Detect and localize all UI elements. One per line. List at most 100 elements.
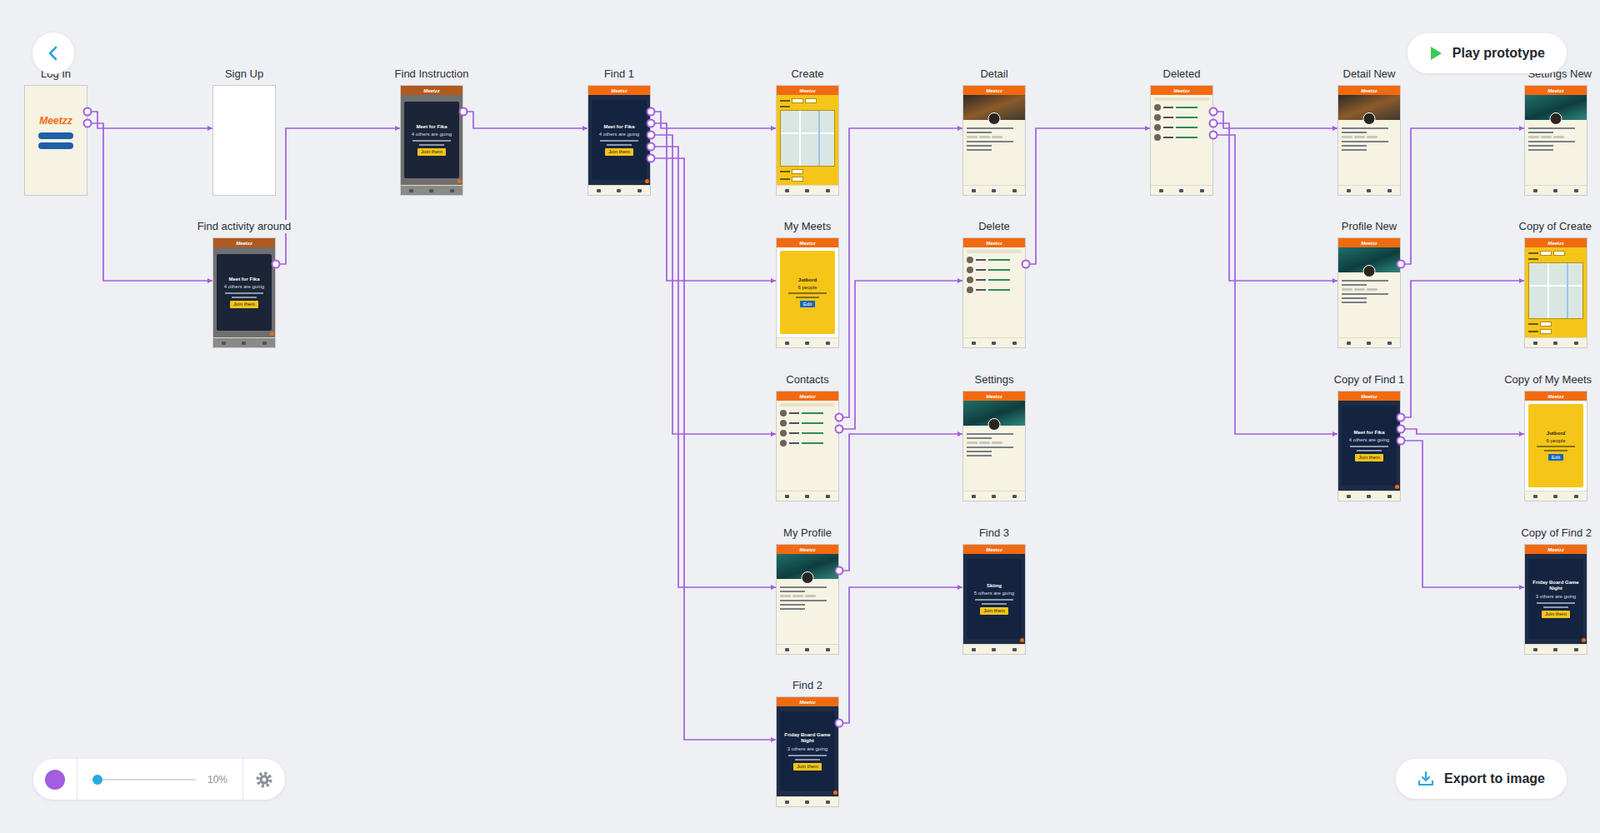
screen-thumbnail[interactable]: MeetzzMeet for Fika4 others are goingJoi… <box>400 85 464 196</box>
tab-icon[interactable] <box>1533 341 1538 345</box>
tab-icon[interactable] <box>221 341 226 345</box>
screen-thumbnail[interactable]: MeetzzJutbord6 peopleEdit <box>1524 390 1588 502</box>
screen-node[interactable]: Log InMeetzz <box>24 85 88 196</box>
screen-node[interactable]: SettingsMeetzz <box>962 390 1026 502</box>
hotspot-icon[interactable] <box>1210 120 1218 128</box>
screen-label[interactable]: Copy of Find 1 <box>1331 373 1408 387</box>
hotspot-icon[interactable] <box>647 131 655 140</box>
contact-row[interactable] <box>1154 134 1210 141</box>
tab-icon[interactable] <box>971 648 976 652</box>
play-prototype-button[interactable]: Play prototype <box>1407 33 1567 74</box>
contact-row[interactable] <box>966 266 1022 274</box>
tab-icon[interactable] <box>1574 648 1579 652</box>
tab-icon[interactable] <box>429 189 434 193</box>
screen-node[interactable]: Detail NewMeetzz <box>1337 85 1401 196</box>
next-dot-icon[interactable] <box>1581 638 1586 643</box>
gear-icon[interactable] <box>255 770 274 790</box>
screen-node[interactable]: Copy of CreateMeetzz <box>1524 237 1588 349</box>
contact-row[interactable] <box>1154 114 1210 121</box>
tab-icon[interactable] <box>1200 189 1205 193</box>
link-line[interactable] <box>1213 135 1338 435</box>
screen-thumbnail[interactable]: MeetzzFriday Board Game Night3 others ar… <box>1524 544 1588 655</box>
screen-label[interactable]: Find 3 <box>976 526 1012 540</box>
link-line[interactable] <box>1213 123 1338 281</box>
screen-node[interactable]: Settings NewMeetzz <box>1524 85 1588 196</box>
link-line[interactable] <box>1025 128 1150 265</box>
zoom-slider[interactable] <box>92 779 196 781</box>
back-button[interactable] <box>32 32 75 75</box>
link-line[interactable] <box>839 280 963 430</box>
signup-button[interactable] <box>38 142 74 150</box>
prototype-canvas[interactable]: Log InMeetzzSign UpFind activity aroundM… <box>0 0 1600 833</box>
contact-row[interactable] <box>1154 124 1210 131</box>
tab-icon[interactable] <box>409 189 414 193</box>
screen-node[interactable]: Find 2MeetzzFriday Board Game Night3 oth… <box>775 696 840 808</box>
tab-icon[interactable] <box>1012 648 1017 652</box>
edit-button[interactable]: Edit <box>1548 454 1564 461</box>
tab-icon[interactable] <box>637 189 642 193</box>
tab-icon[interactable] <box>805 648 810 652</box>
screen-node[interactable]: Copy of Find 2MeetzzFriday Board Game Ni… <box>1524 544 1588 655</box>
screen-label[interactable]: Detail <box>977 67 1010 81</box>
screen-thumbnail[interactable]: Meetzz <box>1524 85 1588 196</box>
tab-icon[interactable] <box>1012 189 1017 193</box>
contact-row[interactable] <box>1154 104 1210 111</box>
screen-thumbnail[interactable]: MeetzzMeet for Fika4 others are goingJoi… <box>1337 390 1401 502</box>
tab-icon[interactable] <box>785 189 790 193</box>
screen-label[interactable]: Find 1 <box>601 67 637 81</box>
screen-thumbnail[interactable]: Meetzz <box>24 85 88 196</box>
hotspot-icon[interactable] <box>1397 414 1405 422</box>
screen-thumbnail[interactable]: MeetzzSkiing5 others are goingJoin them <box>962 544 1026 655</box>
screen-thumbnail[interactable]: Meetzz <box>962 237 1026 349</box>
screen-node[interactable]: Find 3MeetzzSkiing5 others are goingJoin… <box>962 544 1026 655</box>
next-dot-icon[interactable] <box>1395 485 1400 490</box>
tab-icon[interactable] <box>1387 189 1392 193</box>
tab-icon[interactable] <box>1012 341 1017 345</box>
tab-icon[interactable] <box>596 189 601 193</box>
screen-label[interactable]: Find 2 <box>790 679 825 693</box>
screen-thumbnail[interactable]: Meetzz <box>775 85 840 196</box>
tab-icon[interactable] <box>1366 189 1371 193</box>
tab-icon[interactable] <box>825 648 830 652</box>
hotspot-icon[interactable] <box>835 414 844 422</box>
tab-icon[interactable] <box>1159 189 1164 193</box>
link-line[interactable] <box>1400 128 1525 265</box>
screen-node[interactable]: Find 1MeetzzMeet for Fika4 others are go… <box>587 85 651 196</box>
link-line[interactable] <box>1400 440 1525 588</box>
screen-thumbnail[interactable]: MeetzzMeet for Fika4 others are goingJoi… <box>587 85 651 196</box>
next-dot-icon[interactable] <box>833 790 838 795</box>
tab-icon[interactable] <box>1179 189 1184 193</box>
link-line[interactable] <box>839 587 963 724</box>
screen-label[interactable]: Copy of Find 2 <box>1518 526 1595 540</box>
search-bar[interactable] <box>1154 97 1210 101</box>
link-line[interactable] <box>650 146 776 588</box>
tab-icon[interactable] <box>1574 341 1579 345</box>
link-line[interactable] <box>650 123 776 281</box>
tab-icon[interactable] <box>825 495 830 499</box>
tab-icon[interactable] <box>1553 495 1558 499</box>
next-dot-icon[interactable] <box>1020 638 1025 643</box>
link-line[interactable] <box>275 128 400 265</box>
screen-label[interactable]: Contacts <box>783 373 831 387</box>
tab-icon[interactable] <box>991 648 996 652</box>
tab-icon[interactable] <box>991 495 996 499</box>
tab-icon[interactable] <box>1346 495 1351 499</box>
screen-node[interactable]: DetailMeetzz <box>962 85 1026 196</box>
search-bar[interactable] <box>966 250 1022 254</box>
contact-row[interactable] <box>966 286 1022 294</box>
hotspot-icon[interactable] <box>1397 260 1405 269</box>
link-line[interactable] <box>650 135 776 435</box>
hotspot-icon[interactable] <box>835 720 844 728</box>
screen-label[interactable]: Find Instruction <box>392 67 472 81</box>
screen-node[interactable]: DeleteMeetzz <box>962 237 1026 349</box>
screen-label[interactable]: Create <box>788 67 826 81</box>
join-button[interactable]: Join them <box>980 607 1009 615</box>
screen-label[interactable]: Detail New <box>1340 67 1399 81</box>
join-button[interactable]: Join them <box>1541 610 1570 619</box>
contact-row[interactable] <box>780 430 835 437</box>
hotspot-icon[interactable] <box>84 108 92 116</box>
link-line[interactable] <box>463 111 588 129</box>
tab-icon[interactable] <box>825 800 830 805</box>
link-line[interactable] <box>87 111 213 129</box>
screen-label[interactable]: Deleted <box>1160 67 1204 81</box>
